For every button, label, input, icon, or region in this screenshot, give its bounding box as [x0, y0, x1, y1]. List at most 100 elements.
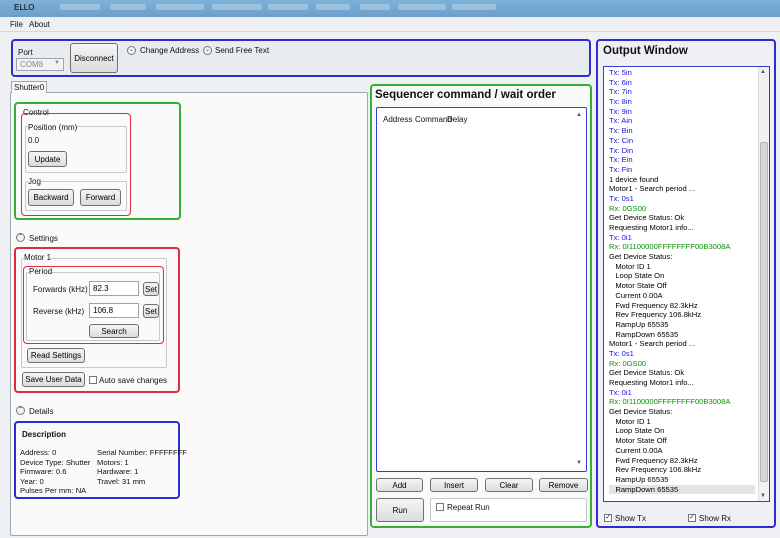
chevron-down-icon[interactable]: ⌄	[127, 46, 136, 55]
blurred-tab	[398, 4, 446, 10]
output-line: RampUp 65535	[609, 319, 669, 329]
port-select[interactable]: COM8 ▼	[16, 58, 64, 71]
blurred-tab	[212, 4, 262, 10]
blurred-tab	[452, 4, 496, 10]
menu-about[interactable]: About	[29, 20, 50, 29]
output-line: Requesting Motor1 info...	[609, 378, 694, 387]
output-line: Motor ID 1	[609, 261, 651, 271]
reverse-input[interactable]	[89, 303, 139, 318]
description-title: Description	[22, 430, 67, 439]
output-line: Loop State On	[609, 426, 665, 436]
output-line: Tx: Cin	[609, 135, 634, 145]
details-title: Details	[29, 407, 54, 416]
menu-file[interactable]: File	[10, 20, 23, 29]
details-right-column: Serial Number: FFFFFFFF Motors: 1 Hardwa…	[97, 448, 187, 486]
position-value: 0.0	[28, 136, 40, 145]
output-line: Fwd Frequency 82.3kHz	[609, 455, 698, 465]
forwards-label: Forwards (kHz)	[33, 285, 88, 294]
run-button[interactable]: Run	[376, 498, 424, 522]
output-line: RampDown 65535	[609, 484, 755, 495]
disconnect-button[interactable]: Disconnect	[70, 43, 118, 73]
forwards-input[interactable]	[89, 281, 139, 296]
output-line: 1 device found	[609, 174, 659, 184]
output-line: Motor State Off	[609, 281, 667, 291]
set-reverse-button[interactable]: Set	[143, 304, 159, 318]
output-line: Fwd Frequency 82.3kHz	[609, 300, 698, 310]
save-user-data-button[interactable]: Save User Data	[22, 372, 85, 387]
scrollbar-thumb[interactable]	[760, 142, 768, 482]
scroll-down-icon[interactable]: ▼	[576, 460, 582, 466]
output-line: Tx: 9in	[609, 106, 632, 116]
column-address: Address	[383, 115, 413, 124]
scroll-up-icon[interactable]: ▲	[576, 112, 582, 118]
output-line: Rev Frequency 106.8kHz	[609, 465, 702, 475]
chevron-up-icon[interactable]: ⌃	[16, 233, 25, 242]
output-line: Get Device Status: Ok	[609, 213, 685, 223]
output-line: Current 0.00A	[609, 290, 663, 300]
chevron-up-icon[interactable]: ⌃	[16, 406, 25, 415]
output-line: Tx: 0s1	[609, 193, 634, 203]
auto-save-label: Auto save changes	[99, 376, 168, 385]
search-button[interactable]: Search	[89, 324, 139, 338]
output-line: Tx: 6in	[609, 77, 632, 87]
detail-firmware: Firmware: 0.6	[20, 467, 67, 477]
period-title: Period	[29, 267, 53, 276]
menu-bar: File About	[0, 17, 780, 32]
detail-address: Address: 0	[20, 448, 57, 457]
column-delay: Delay	[447, 115, 468, 124]
output-line: Tx: Bin	[609, 126, 633, 136]
output-line: Rx: 0I1100000FFFFFFFF00B3008A	[609, 397, 731, 407]
show-tx-checkbox[interactable]: ✓	[604, 514, 612, 522]
output-line: Tx: 7in	[609, 87, 632, 97]
detail-serial: Serial Number: FFFFFFFF	[97, 448, 187, 457]
output-line: Motor ID 1	[609, 416, 651, 426]
output-line: Tx: 0s1	[609, 348, 634, 358]
repeat-run-checkbox[interactable]	[436, 503, 444, 511]
blurred-tab	[268, 4, 308, 10]
read-settings-button[interactable]: Read Settings	[27, 348, 85, 363]
detail-motors: Motors: 1	[97, 457, 129, 467]
tab-shutter0[interactable]: Shutter0	[11, 81, 47, 93]
show-rx-label: Show Rx	[699, 514, 732, 523]
window-title: ELLO	[14, 3, 35, 12]
send-free-text-toggle[interactable]: Send Free Text	[215, 46, 269, 55]
title-bar: ELLO	[0, 0, 780, 17]
output-line: Motor1 - Search period ...	[609, 339, 696, 349]
change-address-toggle[interactable]: Change Address	[140, 46, 199, 55]
scroll-down-icon[interactable]: ▼	[760, 493, 766, 499]
sequencer-list[interactable]	[376, 107, 587, 472]
insert-button[interactable]: Insert	[430, 478, 478, 492]
auto-save-checkbox[interactable]	[89, 376, 97, 384]
output-scrollbar[interactable]: ▲ ▼	[758, 67, 769, 501]
position-title: Position (mm)	[28, 123, 78, 132]
clear-button[interactable]: Clear	[485, 478, 533, 492]
output-title: Output Window	[603, 45, 688, 57]
output-line: Tx: Din	[609, 145, 634, 155]
motor-title: Motor 1	[24, 253, 52, 262]
add-button[interactable]: Add	[376, 478, 423, 492]
blurred-tab	[156, 4, 204, 10]
scroll-up-icon[interactable]: ▲	[760, 69, 766, 75]
chevron-down-icon: ▼	[54, 60, 60, 66]
sequencer-title: Sequencer command / wait order	[375, 89, 556, 101]
output-line: Current 0.00A	[609, 445, 663, 455]
set-forwards-button[interactable]: Set	[143, 282, 159, 296]
output-list-box[interactable]: Tx: 5in Tx: 6in Tx: 7in Tx: 8in Tx: 9in Tx: A…	[603, 66, 770, 502]
detail-device-type: Device Type: Shutter	[20, 457, 91, 467]
output-line: RampUp 65535	[609, 474, 669, 484]
output-line: Motor1 - Search period ...	[609, 184, 696, 194]
output-line: Tx: Ein	[609, 155, 633, 165]
chevron-down-icon[interactable]: ⌄	[203, 46, 212, 55]
update-button[interactable]: Update	[28, 151, 67, 167]
output-line: Get Device Status:	[609, 252, 673, 262]
backward-button[interactable]: Backward	[28, 189, 74, 206]
blurred-tab	[60, 4, 100, 10]
forward-button[interactable]: Forward	[80, 189, 121, 206]
show-rx-checkbox[interactable]: ✓	[688, 514, 696, 522]
detail-pulses: Pulses Per mm: NA	[20, 486, 87, 496]
blurred-tab	[110, 4, 146, 10]
output-line: Tx: 0i1	[609, 387, 632, 397]
repeat-run-label: Repeat Run	[447, 503, 490, 512]
output-line: Tx: 5in	[609, 68, 632, 77]
remove-button[interactable]: Remove	[539, 478, 588, 492]
